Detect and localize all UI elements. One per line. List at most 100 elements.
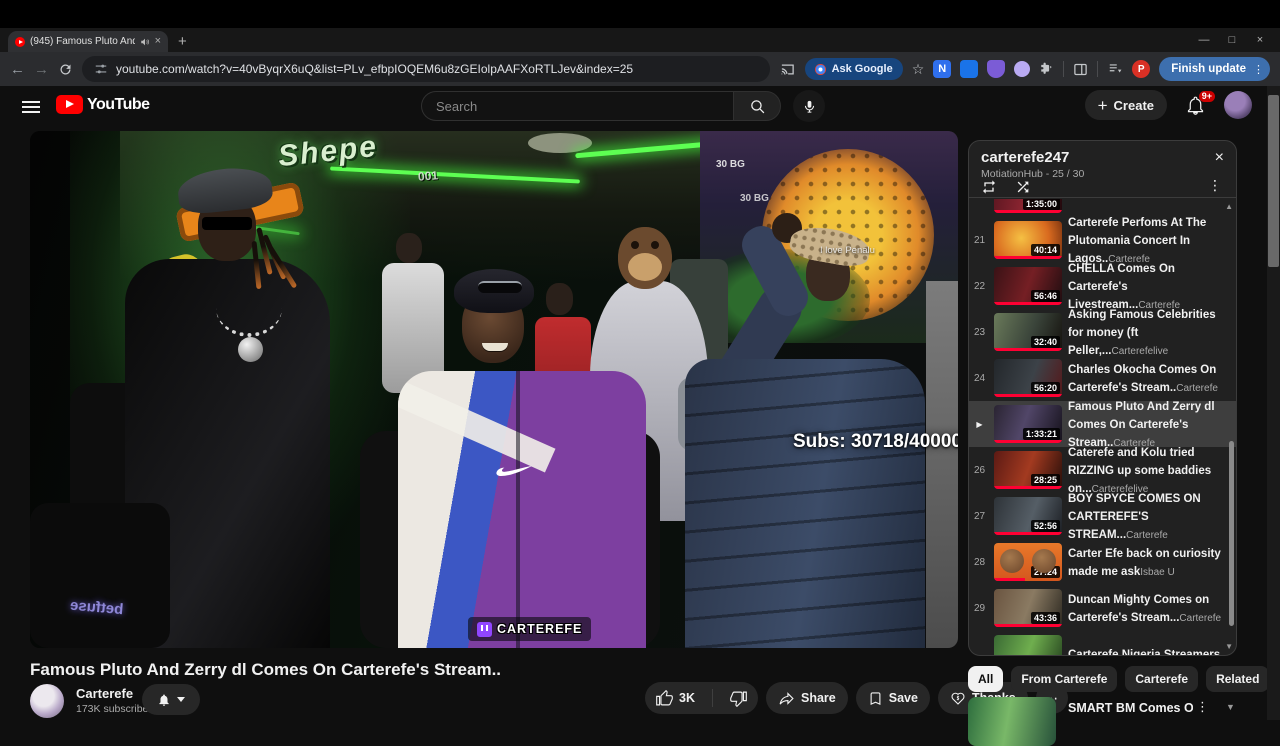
cast-icon[interactable] — [779, 62, 796, 77]
bookmark-icon — [870, 691, 881, 705]
window-titlebar — [0, 0, 1280, 28]
back-button[interactable]: ← — [10, 62, 25, 77]
youtube-logo-icon — [56, 95, 83, 114]
notifications-button[interactable]: 9+ — [1185, 90, 1215, 116]
playlist-panel: carterefe247 MotiationHub - 25 / 30 × ⋮ … — [968, 140, 1237, 656]
window-maximize-button[interactable]: □ — [1218, 30, 1246, 50]
monkey-mask — [618, 227, 672, 289]
share-button[interactable]: Share — [765, 682, 848, 714]
finish-update-button[interactable]: Finish update ⋮ — [1159, 57, 1270, 81]
video-thumbnail: 28:25 — [994, 451, 1062, 489]
save-button[interactable]: Save — [855, 682, 930, 714]
collapse-icon[interactable]: ▼ — [1226, 702, 1235, 712]
extensions-puzzle-icon[interactable] — [1039, 62, 1054, 77]
chevron-down-icon — [177, 697, 185, 702]
person-center-tracksuit — [398, 371, 646, 648]
chip-carterefe[interactable]: Carterefe — [1125, 666, 1199, 692]
thumbs-up-icon — [656, 689, 673, 705]
playlist-row[interactable]: 27 52:56 BOY SPYCE COMES ON CARTEREFE'S … — [969, 493, 1236, 541]
subscribed-bell-button[interactable] — [142, 684, 200, 715]
account-avatar[interactable] — [1224, 91, 1252, 119]
chat-message-overlay: I love Penalu — [820, 245, 875, 256]
like-button[interactable]: 3K — [645, 682, 706, 714]
loop-icon[interactable] — [981, 179, 997, 195]
heart-dollar-icon — [951, 692, 965, 705]
search-input[interactable] — [436, 98, 719, 114]
create-button[interactable]: + Create — [1084, 90, 1167, 120]
tab-title: (945) Famous Pluto And Ze — [30, 36, 135, 47]
playlist-header: carterefe247 MotiationHub - 25 / 30 × ⋮ — [969, 141, 1236, 198]
scroll-down-icon[interactable]: ▼ — [1225, 642, 1233, 651]
person-right-vest — [685, 359, 925, 648]
side-panel-icon[interactable] — [1073, 62, 1088, 77]
playlist-row[interactable]: 24 56:20 Charles Okocha Comes On Cartere… — [969, 355, 1236, 401]
chip-from-carterefe[interactable]: From Carterefe — [1011, 666, 1118, 692]
related-filter-chips: All From Carterefe Carterefe Related — [968, 666, 1280, 692]
guide-menu-button[interactable] — [22, 98, 40, 116]
playlist-row[interactable]: 21 40:14 Carterefe Perfoms At The Plutom… — [969, 217, 1236, 265]
like-count: 3K — [679, 691, 695, 705]
video-thumbnail: 1:33:21 — [994, 405, 1062, 443]
address-bar[interactable]: youtube.com/watch?v=40vByqrX6uQ&list=PLv… — [82, 56, 770, 82]
window-close-button[interactable]: × — [1246, 30, 1274, 50]
up-next-menu-icon[interactable]: ⋮ — [1196, 699, 1209, 715]
channel-avatar[interactable] — [30, 684, 64, 718]
browser-tabstrip: (945) Famous Pluto And Ze × + — □ × — [0, 28, 1280, 52]
scroll-up-icon[interactable]: ▲ — [1225, 202, 1233, 211]
playlist-row[interactable]: 26 28:25 Caterefe and Kolu tried RIZZING… — [969, 447, 1236, 495]
nike-swoosh — [496, 465, 533, 476]
shuffle-icon[interactable] — [1015, 179, 1031, 195]
playlist-row[interactable]: Carterefe Nigeria Streamers — [969, 631, 1236, 655]
playlist-scrollbar[interactable] — [1229, 441, 1234, 626]
search-icon — [750, 99, 764, 113]
reading-list-icon[interactable] — [1107, 62, 1123, 76]
share-icon — [779, 691, 794, 705]
search-box[interactable] — [421, 91, 733, 121]
extension-n-icon[interactable]: N — [933, 60, 952, 78]
chip-all[interactable]: All — [968, 666, 1004, 692]
now-playing-icon: ▶ — [976, 419, 983, 429]
window-minimize-button[interactable]: — — [1190, 30, 1218, 50]
playlist-row[interactable]: 22 56:46 CHELLA Comes On Carterefe's Liv… — [969, 263, 1236, 311]
extension-blue-icon[interactable] — [960, 60, 979, 78]
extension-round-icon[interactable] — [1014, 61, 1031, 77]
new-tab-button[interactable]: + — [178, 34, 187, 49]
browser-menu-icon[interactable]: ⋮ — [1253, 63, 1264, 76]
tab-close-icon[interactable]: × — [155, 36, 161, 47]
ask-google-button[interactable]: Ask Google — [804, 58, 903, 80]
reload-button[interactable] — [58, 62, 73, 77]
playlist-menu-icon[interactable]: ⋮ — [1208, 177, 1222, 194]
video-title: Famous Pluto And Zerry dl Comes On Carte… — [30, 660, 502, 679]
video-thumbnail: 52:56 — [994, 497, 1062, 535]
playlist-close-button[interactable]: × — [1215, 149, 1224, 167]
url-text[interactable]: youtube.com/watch?v=40vByqrX6uQ&list=PLv… — [116, 62, 633, 76]
dislike-button[interactable] — [719, 682, 758, 714]
notification-badge: 9+ — [1198, 90, 1215, 103]
voice-search-button[interactable] — [793, 90, 825, 122]
chain-necklace — [216, 279, 282, 337]
playlist-row[interactable]: 23 32:40 Asking Famous Celebrities for m… — [969, 309, 1236, 357]
search-button[interactable] — [733, 91, 781, 121]
youtube-logo[interactable]: YouTube — [56, 95, 150, 114]
up-next-item[interactable]: SMART BM Comes On ⋮ ▼ — [968, 697, 1238, 746]
extension-shield-icon[interactable] — [987, 60, 1006, 78]
browser-tab[interactable]: (945) Famous Pluto And Ze × — [8, 31, 168, 52]
site-settings-icon[interactable] — [94, 62, 108, 76]
playlist-row[interactable]: 29 43:36 Duncan Mighty Comes on Carteref… — [969, 585, 1236, 631]
bookmark-star-icon[interactable]: ☆ — [912, 62, 925, 76]
forward-button[interactable]: → — [34, 62, 49, 77]
video-player[interactable]: Shepe 001 30 BG 30 BG Subs: 30718/40000 — [30, 131, 958, 648]
channel-name[interactable]: Carterefe — [76, 686, 133, 701]
tab-audio-icon[interactable] — [140, 37, 150, 47]
page-scrollbar-thumb[interactable] — [1268, 95, 1279, 267]
playlist-row[interactable]: 28 27:24 Carter Efe back on curiosity ma… — [969, 539, 1236, 585]
playlist-row-current[interactable]: ▶ 1:33:21 Famous Pluto And Zerry dl Come… — [969, 401, 1236, 449]
stream-watermark: CARTEREFE — [468, 617, 592, 641]
youtube-masthead: YouTube + Create 9+ — [0, 86, 1280, 124]
playlist-title[interactable]: carterefe247 — [981, 149, 1224, 166]
thumbs-down-icon — [730, 691, 747, 707]
browser-profile-avatar[interactable]: P — [1132, 60, 1151, 78]
page-scrollbar-track[interactable] — [1267, 86, 1280, 720]
video-thumbnail: 56:20 — [994, 359, 1062, 397]
chip-related[interactable]: Related — [1206, 666, 1270, 692]
